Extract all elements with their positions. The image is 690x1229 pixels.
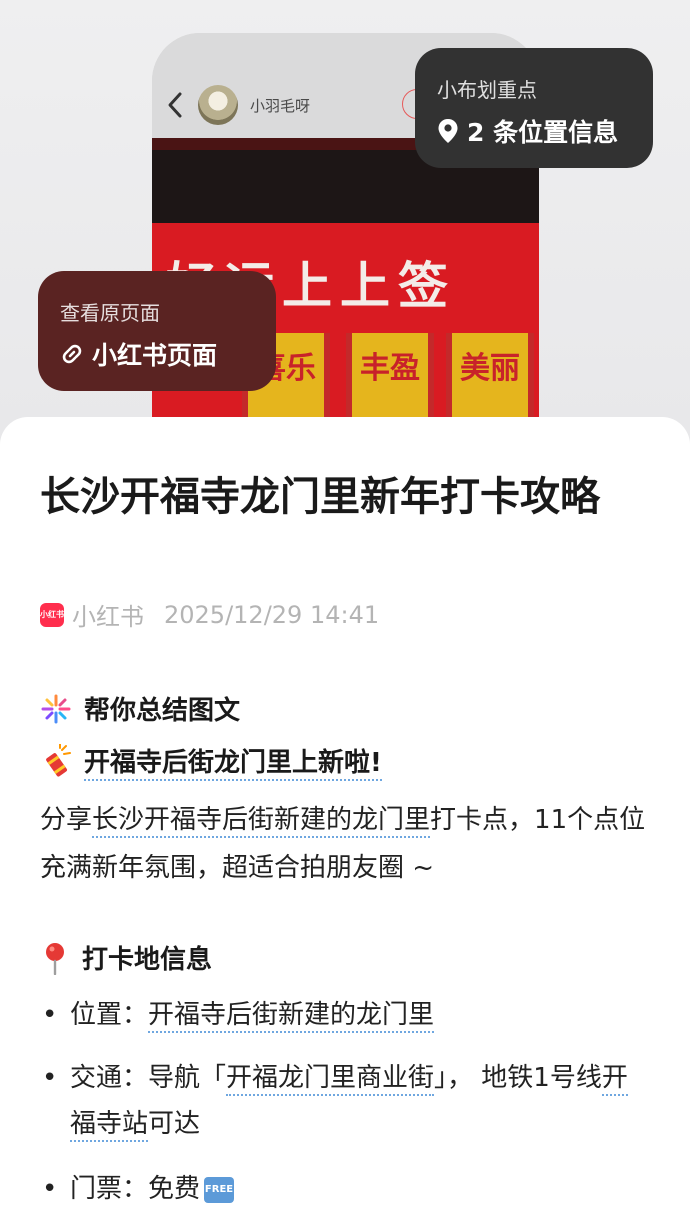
source-card-title: 查看原页面 <box>60 301 160 325</box>
info-item-transport: 交通：导航「开福龙门里商业街」， 地铁1号线开福寺站可达 <box>40 1055 652 1147</box>
sparkle-icon <box>41 694 71 723</box>
firecracker-icon <box>46 743 71 776</box>
info-heading: 打卡地信息 <box>40 939 212 976</box>
info-item-text: 可达 <box>148 1109 201 1139</box>
location-pin-icon <box>438 119 458 143</box>
link-icon <box>62 344 82 364</box>
location-card-title: 小布划重点 <box>437 78 537 102</box>
info-item-ticket: 门票：免费FREE <box>40 1166 652 1212</box>
location-card-label: 2 条位置信息 <box>467 118 619 147</box>
pushpin-icon <box>46 942 64 975</box>
free-badge-icon: FREE <box>204 1176 235 1203</box>
info-item-label: 位置： <box>70 1000 149 1030</box>
xiaohongshu-app-icon: 小红书 <box>40 602 64 627</box>
summary-sheet: 长沙开福寺龙门里新年打卡攻略 小红书 小红书 2025/12/29 14:41 … <box>0 417 690 1229</box>
summary-heading-text: 帮你总结图文 <box>84 696 241 726</box>
location-link[interactable]: 开福寺后街新建的龙门里 <box>148 1000 435 1033</box>
summary-heading: 帮你总结图文 <box>40 690 240 727</box>
scroll-text: 美丽 <box>460 351 520 386</box>
source-card-label: 小红书页面 <box>92 341 218 370</box>
source-name: 小红书 <box>72 603 144 631</box>
news-heading: 开福寺后街龙门里上新啦! <box>40 742 382 781</box>
article-meta: 小红书 小红书 2025/12/29 14:41 <box>40 597 379 632</box>
intro-paragraph: 分享长沙开福寺后街新建的龙门里打卡点，11个点位充满新年氛围，超适合拍朋友圈 ~ <box>40 796 652 892</box>
location-info-card[interactable]: 小布划重点 2 条位置信息 <box>415 48 653 168</box>
publish-datetime: 2025/12/29 14:41 <box>164 600 380 629</box>
intro-link[interactable]: 长沙开福寺后街新建的龙门里 <box>92 805 431 838</box>
article-title: 长沙开福寺龙门里新年打卡攻略 <box>40 474 600 520</box>
back-arrow-icon <box>168 92 182 118</box>
author-name: 小羽毛呀 <box>250 97 311 115</box>
info-item-label: 门票：免费 <box>70 1174 201 1204</box>
note-preview: 小羽毛呀 好运上上签 喜乐 丰盈 美丽 小布划重点 2 条位置信息 查看原页面 … <box>0 0 690 453</box>
view-original-card[interactable]: 查看原页面 小红书页面 <box>38 271 276 391</box>
news-heading-link[interactable]: 开福寺后街龙门里上新啦! <box>84 748 382 781</box>
info-item-text: 」， 地铁1号线 <box>434 1063 602 1093</box>
info-item-label: 交通：导航「 <box>70 1063 227 1093</box>
info-item-location: 位置：开福寺后街新建的龙门里 <box>40 992 652 1038</box>
scroll-text: 丰盈 <box>360 351 420 386</box>
transport-link[interactable]: 开福龙门里商业街 <box>226 1063 435 1096</box>
info-heading-text: 打卡地信息 <box>82 945 213 975</box>
intro-text-1: 分享 <box>40 805 93 835</box>
author-avatar <box>198 85 238 125</box>
